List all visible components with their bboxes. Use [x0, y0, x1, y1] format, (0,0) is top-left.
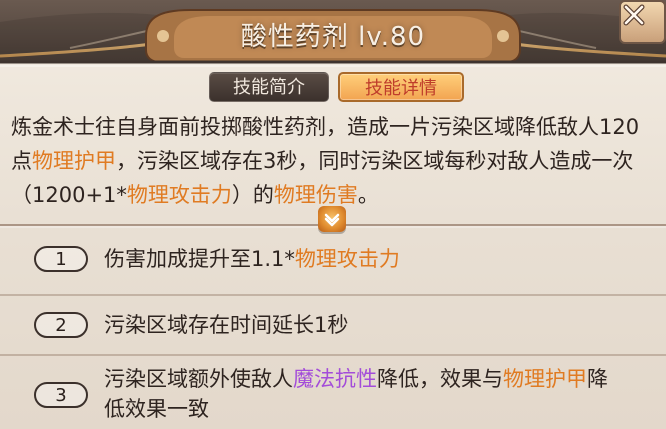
- tab-bar: 技能简介 技能详情: [209, 72, 464, 106]
- skill-dialog: 酸性药剂 lv.80 技能简介 技能详情 炼金术士往自身面前投掷酸性药剂，造成一…: [0, 0, 666, 429]
- skill-description: 炼金术士往自身面前投掷酸性药剂，造成一片污染区域降低敌人120点物理护甲，污染区…: [11, 110, 659, 212]
- upgrade-number-badge: 3: [34, 382, 88, 408]
- keyword-physical-attack: 物理攻击力: [126, 183, 232, 207]
- chevron-down-icon: [324, 213, 340, 227]
- keyword-physical-attack: 物理攻击力: [294, 247, 400, 271]
- keyword-physical-damage: 物理伤害: [273, 183, 358, 207]
- upgrade-text: 伤害加成提升至1.1*物理攻击力: [104, 244, 644, 274]
- item-separator: [0, 294, 666, 296]
- upgrade-text: 污染区域额外使敌人魔法抗性降低，效果与物理护甲降低效果一致: [104, 364, 624, 424]
- upgrade-text-segment: 污染区域额外使敌人: [104, 367, 293, 391]
- description-text: ）的: [231, 183, 274, 207]
- upgrade-text-segment: 污染区域存在时间延长1秒: [104, 313, 349, 337]
- upgrade-text-segment: 伤害加成提升至1.1*: [104, 247, 295, 271]
- close-icon: [623, 4, 645, 26]
- keyword-magic-resistance: 魔法抗性: [293, 367, 377, 391]
- keyword-physical-armor: 物理护甲: [32, 149, 116, 173]
- skill-title: 酸性药剂 lv.80: [240, 22, 426, 52]
- keyword-physical-armor: 物理护甲: [503, 367, 587, 391]
- upgrade-number-badge: 2: [34, 312, 88, 338]
- description-text: 。: [357, 183, 379, 207]
- upgrade-text: 污染区域存在时间延长1秒: [104, 310, 644, 340]
- expand-toggle[interactable]: [318, 206, 346, 232]
- tab-skill-details[interactable]: 技能详情: [338, 72, 464, 102]
- close-button[interactable]: [619, 0, 666, 44]
- upgrade-number-badge: 1: [34, 246, 88, 272]
- tab-skill-summary[interactable]: 技能简介: [209, 72, 329, 102]
- upgrade-list: 1 伤害加成提升至1.1*物理攻击力 2 污染区域存在时间延长1秒 3 污染区域…: [0, 232, 666, 429]
- upgrade-text-segment: 降低，效果与: [377, 367, 503, 391]
- dialog-header: 酸性药剂 lv.80 技能简介 技能详情: [0, 0, 666, 108]
- item-separator: [0, 354, 666, 356]
